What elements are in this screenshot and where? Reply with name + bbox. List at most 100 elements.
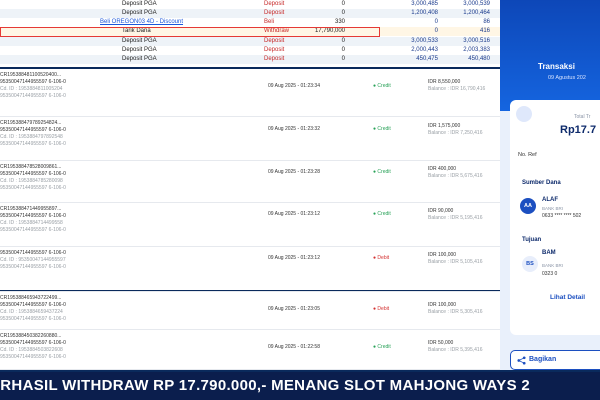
share-icon <box>517 356 526 365</box>
ledger-row: Deposit PGA Deposit 0 3,000,533 3,000,51… <box>0 37 500 46</box>
total-amount: Rp17.7 <box>560 124 597 136</box>
transaction-date: 09 Aug 2025 - 01:22:58 <box>268 344 320 350</box>
ledger-balance: 3,000,539 <box>463 1 490 7</box>
ledger-amount: 0 <box>341 1 345 7</box>
transaction-amount: IDR 100,000 Balance : IDR 5,305,416 <box>428 302 483 315</box>
transaction-row[interactable]: CR195388481100520400... 9535004714495559… <box>0 69 500 117</box>
ledger-debit: 2,000,443 <box>411 47 438 53</box>
ledger-debit: 1,200,408 <box>411 10 438 16</box>
transaction-date: 09 Aug 2025 - 01:23:12 <box>268 211 320 217</box>
ledger-type: Deposit <box>264 1 285 7</box>
ledger-balance: 86 <box>483 19 490 25</box>
transaction-date: 09 Aug 2025 - 01:23:34 <box>268 83 320 89</box>
destination-account: 0323 0 <box>542 271 558 277</box>
source-label: Sumber Dana <box>522 180 561 186</box>
ledger-table: Deposit PGA Deposit 0 3,000,485 3,000,53… <box>0 0 500 67</box>
destination-label: Tujuan <box>522 237 542 243</box>
transaction-ref: CR195388478528009861... 9535004714495559… <box>0 164 66 191</box>
ledger-amount: 330 <box>334 19 345 25</box>
ledger-debit: 0 <box>434 19 438 25</box>
transaction-list-2: CR195388465943722499... 9535004714495559… <box>0 292 500 370</box>
receipt-card: Total Tr Rp17.7 No. Ref Sumber Dana AA A… <box>510 100 600 335</box>
transaction-row[interactable]: CR195388450382260880... 9535004714495559… <box>0 330 500 370</box>
transaction-list: CR195388481100520400... 9535004714495559… <box>0 67 500 292</box>
ledger-row: Deposit PGA Deposit 0 2,000,443 2,003,38… <box>0 46 500 55</box>
share-button[interactable]: Bagikan <box>510 350 600 370</box>
ledger-balance: 3,000,516 <box>463 38 490 44</box>
transaction-ref: 95350047144955597 6-106-0 Cd. ID : 95350… <box>0 250 66 270</box>
share-label: Bagikan <box>529 356 557 363</box>
ledger-amount: 0 <box>341 38 345 44</box>
destination-avatar: BS <box>522 256 538 272</box>
ledger-type: Deposit <box>264 56 285 62</box>
ledger-balance: 416 <box>479 28 490 34</box>
transaction-ref: CR195388479789254824... 9535004714495559… <box>0 120 66 147</box>
total-label: Total Tr <box>574 114 591 120</box>
view-detail-link[interactable]: Lihat Detail <box>550 294 585 301</box>
ledger-type: Beli <box>264 19 275 25</box>
ledger-amount: 0 <box>341 47 345 53</box>
transaction-row[interactable]: 95350047144955597 6-106-0 Cd. ID : 95350… <box>0 247 500 292</box>
ledger-balance: 450,480 <box>468 56 490 62</box>
banner-text: ERHASIL WITHDRAW RP 17.790.000,- MENANG … <box>0 377 531 394</box>
transaction-row[interactable]: CR195388479789254824... 9535004714495559… <box>0 117 500 161</box>
ledger-desc: Deposit PGA <box>122 38 157 44</box>
transaction-type: ● Credit <box>373 83 391 89</box>
transaction-type: ● Credit <box>373 344 391 350</box>
source-name: ALAF <box>542 197 558 203</box>
ledger-amount: 0 <box>341 10 345 16</box>
transaction-type: ● Credit <box>373 126 391 132</box>
transaction-row[interactable]: CR195388465943722499... 9535004714495559… <box>0 292 500 330</box>
ledger-balance: 2,003,383 <box>463 47 490 53</box>
ledger-debit: 450,475 <box>416 56 438 62</box>
receipt-title: Transaksi <box>538 62 575 71</box>
ledger-desc: Deposit PGA <box>122 47 157 53</box>
transaction-type: ● Credit <box>373 169 391 175</box>
ledger-debit: 3,000,533 <box>411 38 438 44</box>
ledger-type: Deposit <box>264 10 285 16</box>
ref-label: No. Ref <box>518 152 537 158</box>
ledger-amount: 0 <box>341 56 345 62</box>
transaction-ref: CR195388471449955897... 9535004714495559… <box>0 206 66 233</box>
transaction-row[interactable]: CR195388478528009861... 9535004714495559… <box>0 161 500 203</box>
ledger-type: Deposit <box>264 47 285 53</box>
ledger-desc: Deposit PGA <box>122 10 157 16</box>
transaction-type: ● Debit <box>373 255 390 261</box>
promo-banner: ERHASIL WITHDRAW RP 17.790.000,- MENANG … <box>0 372 600 400</box>
destination-name: BAM <box>542 250 556 256</box>
transaction-row[interactable]: CR195388471449955897... 9535004714495559… <box>0 203 500 247</box>
transaction-ref: CR195388465943722499... 9535004714495559… <box>0 295 66 322</box>
transaction-type: ● Debit <box>373 306 390 312</box>
transaction-ref: CR195388450382260880... 9535004714495559… <box>0 333 66 360</box>
ledger-row: Deposit PGA Deposit 0 450,475 450,480 <box>0 55 500 64</box>
ledger-type: Deposit <box>264 38 285 44</box>
ledger-row: Deposit PGA Deposit 0 1,200,408 1,200,46… <box>0 9 500 18</box>
ledger-desc: Deposit PGA <box>122 1 157 7</box>
receipt-date: 09 Agustus 202 <box>548 75 586 81</box>
ledger-desc: Deposit PGA <box>122 56 157 62</box>
transaction-date: 09 Aug 2025 - 01:23:05 <box>268 306 320 312</box>
transaction-amount: IDR 8,550,000 Balance : IDR 16,790,416 <box>428 79 486 92</box>
ledger-desc-link[interactable]: Beli OREGON03 4D - Discount <box>100 18 183 27</box>
transfer-receipt: Transaksi 09 Agustus 202 Total Tr Rp17.7… <box>500 0 600 370</box>
transaction-date: 09 Aug 2025 - 01:23:28 <box>268 169 320 175</box>
withdraw-highlight-box <box>0 27 380 37</box>
transaction-type: ● Credit <box>373 211 391 217</box>
ledger-row: Deposit PGA Deposit 0 3,000,485 3,000,53… <box>0 0 500 9</box>
source-bank: BANK BRI <box>542 206 564 211</box>
ledger-row: Beli OREGON03 4D - Discount Beli 330 0 8… <box>0 18 500 27</box>
source-account: 0633 **** **** 502 <box>542 213 582 219</box>
transaction-amount: IDR 400,000 Balance : IDR 5,675,416 <box>428 166 483 179</box>
ledger-debit: 3,000,485 <box>411 1 438 7</box>
transaction-amount: IDR 1,575,000 Balance : IDR 7,250,416 <box>428 123 483 136</box>
transaction-date: 09 Aug 2025 - 01:23:32 <box>268 126 320 132</box>
check-seal-icon <box>516 106 532 122</box>
transaction-amount: IDR 100,000 Balance : IDR 5,105,416 <box>428 252 483 265</box>
transaction-ref: CR195388481100520400... 9535004714495559… <box>0 72 66 99</box>
destination-bank: BANK BRI <box>542 263 564 268</box>
transaction-date: 09 Aug 2025 - 01:23:12 <box>268 255 320 261</box>
source-avatar: AA <box>520 198 536 214</box>
transaction-amount: IDR 50,000 Balance : IDR 5,395,416 <box>428 340 483 353</box>
ledger-debit: 0 <box>434 28 438 34</box>
transaction-amount: IDR 90,000 Balance : IDR 5,195,416 <box>428 208 483 221</box>
